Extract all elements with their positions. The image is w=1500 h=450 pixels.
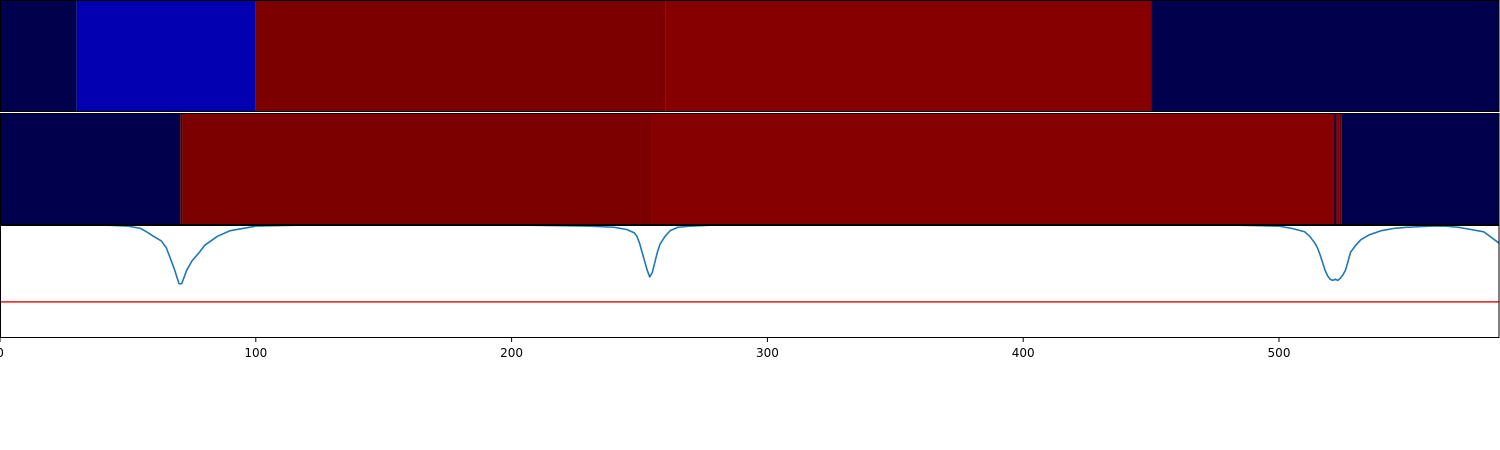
heatmap-segment — [255, 0, 666, 112]
heatmap-segment — [1339, 113, 1342, 225]
heatmap-segment — [182, 113, 652, 225]
x-axis: 0 100 200 300 400 500 — [0, 338, 1290, 360]
x-tick-label: 400 — [1012, 346, 1035, 360]
heatmap-segment — [1151, 0, 1499, 112]
x-tick-label: 500 — [1268, 346, 1291, 360]
heatmap-segment — [665, 0, 1152, 112]
heatmap-row-1 — [0, 0, 1499, 112]
heatmap-segment — [651, 113, 1335, 225]
x-tick-label: 0 — [0, 346, 4, 360]
heatmap-segment — [1334, 113, 1337, 225]
x-tick-label: 100 — [244, 346, 267, 360]
figure: 0 100 200 300 400 500 — [0, 0, 1500, 360]
heatmap-row-2 — [0, 113, 1499, 225]
axes-frame-3 — [0, 225, 1500, 338]
heatmap-segment — [0, 113, 181, 225]
x-tick-label: 300 — [756, 346, 779, 360]
heatmap-segment — [0, 0, 77, 112]
heatmap-segment — [1341, 113, 1499, 225]
heatmap-segment — [1336, 113, 1340, 225]
signal-line — [0, 224, 1500, 285]
heatmap-segment — [76, 0, 256, 112]
x-tick-label: 200 — [500, 346, 523, 360]
heatmap-segment — [180, 113, 183, 225]
line-plot — [0, 224, 1500, 303]
